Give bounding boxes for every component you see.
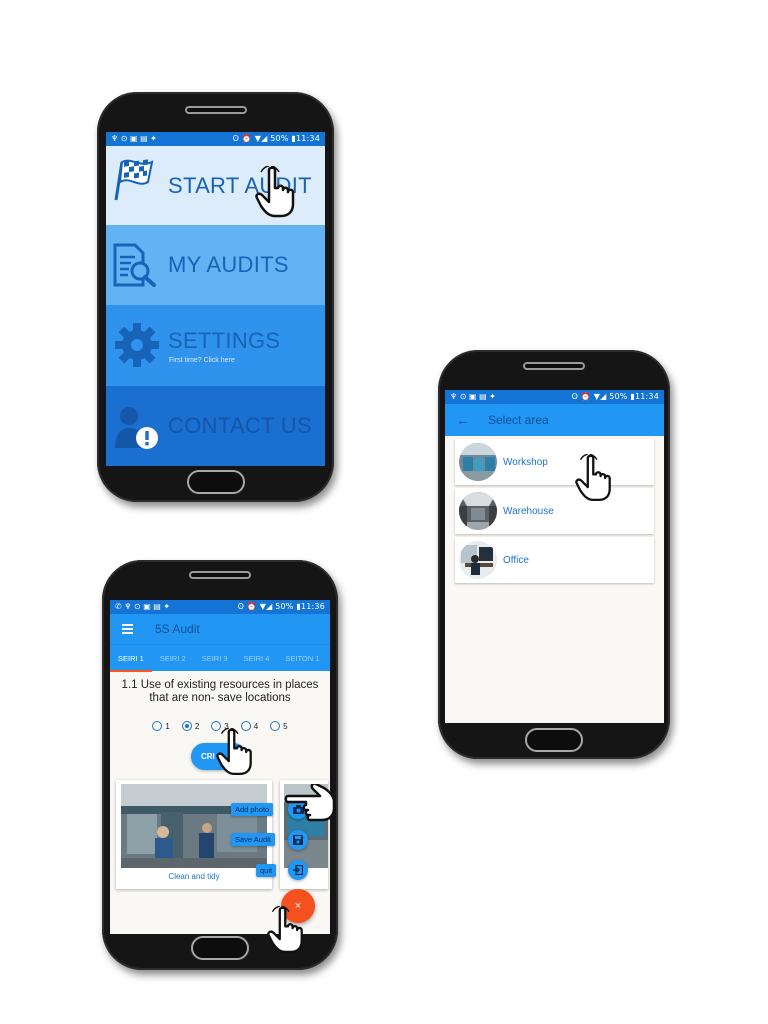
menu-label: MY AUDITS xyxy=(168,252,289,277)
screen-title: Select area xyxy=(488,413,549,427)
phone-select-area: ♆ ⊙ ▣ ▤ ✦ ʘ ⏰ ▼◢ 50% ▮11:34 ← Select are… xyxy=(438,350,670,759)
app-bar: 5S Audit xyxy=(110,614,330,644)
photo-thumbnail xyxy=(121,784,267,868)
home-button[interactable] xyxy=(525,728,583,752)
area-item-warehouse[interactable]: Warehouse xyxy=(455,488,654,534)
status-left-icons: ✆ ♆ ⊙ ▣ ▤ ✦ xyxy=(115,602,171,611)
rating-option-2[interactable]: 2 xyxy=(181,721,200,731)
workshop-thumbnail xyxy=(459,443,497,481)
area-item-workshop[interactable]: Workshop xyxy=(455,439,654,485)
add-photo-label[interactable]: Add photo xyxy=(231,803,274,816)
rating-label: 5 xyxy=(283,721,288,731)
document-search-icon xyxy=(113,243,159,292)
warehouse-thumbnail xyxy=(459,492,497,530)
app-bar: ← Select area xyxy=(445,404,664,436)
tap-gesture-icon xyxy=(255,166,295,218)
audit-question: 1.1 Use of existing resources in places … xyxy=(121,679,319,704)
status-right-info: ʘ ⏰ ▼◢ 50% ▮11:34 xyxy=(571,392,659,401)
status-left-icons: ♆ ⊙ ▣ ▤ ✦ xyxy=(111,134,157,143)
phone-main-menu: ♆ ⊙ ▣ ▤ ✦ ʘ ⏰ ▼◢ 50% ▮11:34 START AUDIT … xyxy=(97,92,334,502)
select-area-screen: ♆ ⊙ ▣ ▤ ✦ ʘ ⏰ ▼◢ 50% ▮11:34 ← Select are… xyxy=(445,390,664,723)
status-bar: ♆ ⊙ ▣ ▤ ✦ ʘ ⏰ ▼◢ 50% ▮11:34 xyxy=(106,132,325,146)
save-audit-button[interactable] xyxy=(288,830,308,850)
phone-speaker xyxy=(523,362,585,370)
tab-seiri-3[interactable]: SEIRI 3 xyxy=(194,645,236,672)
area-label: Warehouse xyxy=(503,505,554,517)
status-right-info: ʘ ⏰ ▼◢ 50% ▮11:36 xyxy=(237,602,325,611)
tab-seiri-1[interactable]: SEIRI 1 xyxy=(110,645,152,672)
area-item-office[interactable]: Office xyxy=(455,537,654,583)
back-arrow-icon[interactable]: ← xyxy=(456,412,470,428)
tap-gesture-icon xyxy=(267,906,303,954)
radio-button-selected[interactable] xyxy=(181,721,192,731)
office-thumbnail xyxy=(459,541,497,579)
radio-button[interactable] xyxy=(270,721,281,731)
audit-tabs: SEIRI 1 SEIRI 2 SEIRI 3 SEIRI 4 SEITON 1 xyxy=(110,644,330,672)
tab-seiton-1[interactable]: SEITON 1 xyxy=(277,645,327,672)
rating-label: 1 xyxy=(165,721,170,731)
area-label: Office xyxy=(503,554,529,566)
quit-button[interactable] xyxy=(288,860,308,880)
radio-button[interactable] xyxy=(152,721,163,731)
status-bar: ✆ ♆ ⊙ ▣ ▤ ✦ ʘ ⏰ ▼◢ 50% ▮11:36 xyxy=(110,600,330,614)
tab-seiri-2[interactable]: SEIRI 2 xyxy=(152,645,194,672)
rating-option-5[interactable]: 5 xyxy=(270,721,288,731)
menu-label: SETTINGS xyxy=(168,328,281,353)
menu-item-my-audits[interactable]: MY AUDITS xyxy=(106,225,325,305)
checkered-flag-icon xyxy=(108,156,158,207)
screen-title: 5S Audit xyxy=(155,622,200,636)
menu-sublabel: First time? Click here xyxy=(169,357,235,364)
area-label: Workshop xyxy=(503,456,548,468)
quit-label[interactable]: quit xyxy=(256,864,277,877)
gear-icon xyxy=(113,321,161,374)
tap-gesture-icon xyxy=(575,454,611,502)
phone-speaker xyxy=(184,106,247,114)
home-button[interactable] xyxy=(191,936,249,960)
photo-caption: Clean and tidy xyxy=(168,872,220,881)
status-bar: ♆ ⊙ ▣ ▤ ✦ ʘ ⏰ ▼◢ 50% ▮11:34 xyxy=(445,390,664,404)
menu-label: CONTACT US xyxy=(168,413,312,438)
menu-item-contact-us[interactable]: CONTACT US xyxy=(106,386,325,466)
tab-seiri-4[interactable]: SEIRI 4 xyxy=(236,645,278,672)
rating-option-1[interactable]: 1 xyxy=(152,721,170,731)
tap-gesture-icon xyxy=(216,728,252,776)
rating-label: 2 xyxy=(194,721,200,731)
exit-icon xyxy=(293,865,303,875)
menu-item-settings[interactable]: SETTINGS First time? Click here xyxy=(106,305,325,386)
hamburger-menu-icon[interactable] xyxy=(122,622,133,637)
home-button[interactable] xyxy=(186,470,245,494)
status-right-info: ʘ ⏰ ▼◢ 50% ▮11:34 xyxy=(232,134,320,143)
user-alert-icon xyxy=(113,406,161,455)
pointing-gesture-icon xyxy=(284,784,336,822)
save-audit-label[interactable]: Save Audit xyxy=(231,833,275,846)
status-left-icons: ♆ ⊙ ▣ ▤ ✦ xyxy=(450,392,496,401)
save-icon xyxy=(293,835,303,845)
phone-speaker xyxy=(189,571,251,579)
